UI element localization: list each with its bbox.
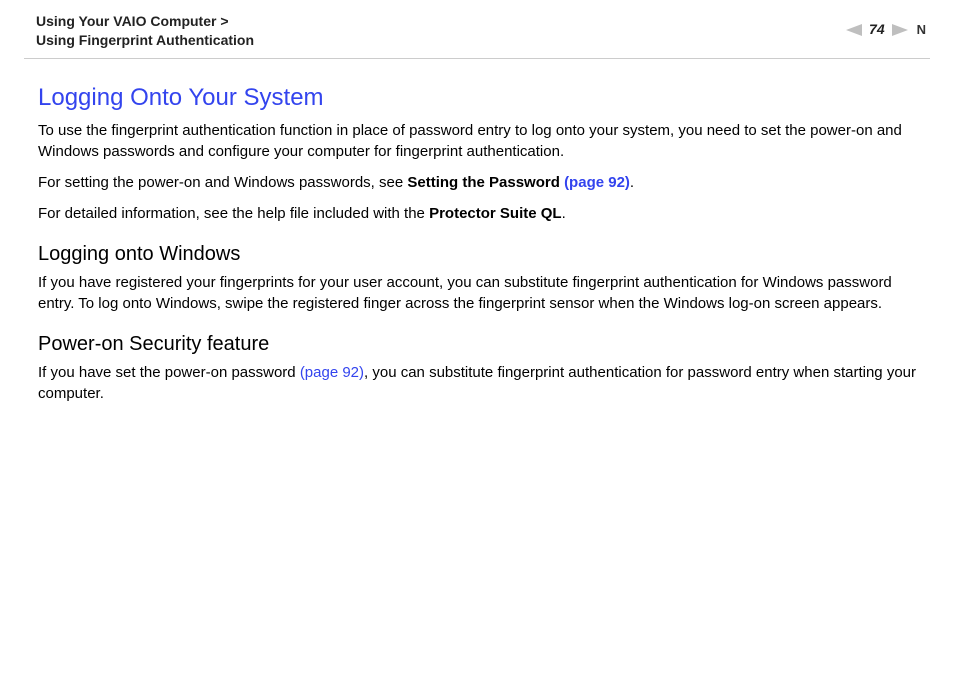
- next-page-button[interactable]: [891, 22, 909, 38]
- page-title: Logging Onto Your System: [38, 81, 918, 115]
- text-run: For detailed information, see the help f…: [38, 205, 429, 222]
- text-run: .: [562, 205, 566, 222]
- bold-text: Setting the Password: [407, 174, 564, 191]
- breadcrumb-level-2[interactable]: Using Fingerprint Authentication: [36, 32, 254, 48]
- paragraph-password-ref: For setting the power-on and Windows pas…: [38, 172, 918, 193]
- page-link-92[interactable]: (page 92): [300, 364, 364, 381]
- text-run: For setting the power-on and Windows pas…: [38, 174, 407, 191]
- subheading-windows: Logging onto Windows: [38, 240, 918, 268]
- text-run: .: [630, 174, 634, 191]
- arrow-left-icon: [846, 24, 862, 36]
- page-header: Using Your VAIO Computer > Using Fingerp…: [0, 0, 954, 56]
- breadcrumb: Using Your VAIO Computer > Using Fingerp…: [36, 12, 254, 50]
- prev-page-button[interactable]: [845, 22, 863, 38]
- paragraph-protector-suite: For detailed information, see the help f…: [38, 203, 918, 224]
- page-link-92[interactable]: (page 92): [564, 174, 630, 191]
- arrow-right-icon: [892, 24, 908, 36]
- chevron-right-icon: >: [220, 13, 228, 29]
- paragraph-intro: To use the fingerprint authentication fu…: [38, 120, 918, 162]
- paragraph-windows: If you have registered your fingerprints…: [38, 272, 918, 314]
- document-page: Using Your VAIO Computer > Using Fingerp…: [0, 0, 954, 674]
- page-content: Logging Onto Your System To use the fing…: [0, 59, 954, 405]
- subheading-poweron: Power-on Security feature: [38, 330, 918, 358]
- text-run: If you have set the power-on password: [38, 364, 300, 381]
- paragraph-poweron: If you have set the power-on password (p…: [38, 362, 918, 404]
- n-indicator: N: [917, 21, 926, 39]
- pager: 74 N: [845, 12, 926, 40]
- page-number: 74: [869, 20, 885, 40]
- bold-text: Protector Suite QL: [429, 205, 562, 222]
- breadcrumb-level-1[interactable]: Using Your VAIO Computer: [36, 13, 216, 29]
